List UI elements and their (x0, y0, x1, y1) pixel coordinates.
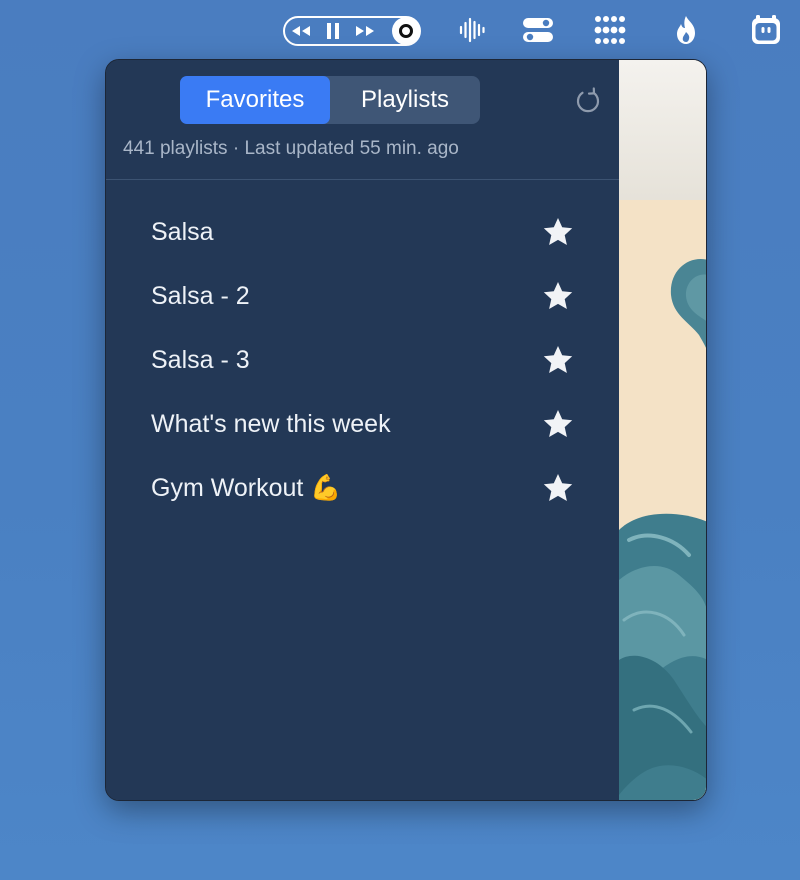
flame-icon[interactable] (668, 12, 704, 48)
robot-face-icon[interactable] (748, 12, 784, 48)
toggle-switches-icon[interactable] (520, 12, 556, 48)
tab-favorites[interactable]: Favorites (180, 76, 330, 124)
list-item[interactable]: What's new this week (106, 394, 619, 458)
view-segmented-control: Favorites Playlists (180, 76, 480, 124)
playlist-label: Gym Workout 💪 (151, 474, 342, 502)
playlist-label: Salsa - 3 (151, 346, 250, 374)
playlist-panel: Favorites Playlists 441 playlists · Last… (106, 60, 619, 800)
list-item[interactable]: Salsa - 3 (106, 330, 619, 394)
list-item[interactable]: Salsa (106, 202, 619, 266)
record-icon[interactable] (392, 17, 420, 45)
list-item[interactable]: Salsa - 2 (106, 266, 619, 330)
list-item[interactable]: Gym Workout 💪 (106, 458, 619, 522)
playlist-artwork (619, 60, 706, 800)
rewind-icon[interactable] (285, 18, 317, 44)
star-icon[interactable] (542, 472, 574, 504)
playlist-list: Salsa Salsa - 2 Salsa - 3 What's new thi… (106, 202, 619, 522)
media-controls (283, 16, 421, 46)
star-icon[interactable] (542, 280, 574, 312)
dot-grid-icon[interactable] (592, 12, 628, 48)
playlists-popover: Favorites Playlists 441 playlists · Last… (105, 59, 707, 801)
tab-playlists[interactable]: Playlists (330, 76, 480, 124)
star-icon[interactable] (542, 408, 574, 440)
star-icon[interactable] (542, 344, 574, 376)
star-icon[interactable] (542, 216, 574, 248)
refresh-icon[interactable] (574, 87, 602, 115)
fast-forward-icon[interactable] (349, 18, 381, 44)
audio-waveform-icon[interactable] (456, 12, 488, 48)
playlist-summary: 441 playlists · Last updated 55 min. ago (123, 138, 459, 159)
playlist-label: Salsa (151, 218, 214, 246)
divider (106, 179, 619, 180)
playlist-label: Salsa - 2 (151, 282, 250, 310)
playlist-label: What's new this week (151, 410, 391, 438)
pause-icon[interactable] (317, 18, 349, 44)
